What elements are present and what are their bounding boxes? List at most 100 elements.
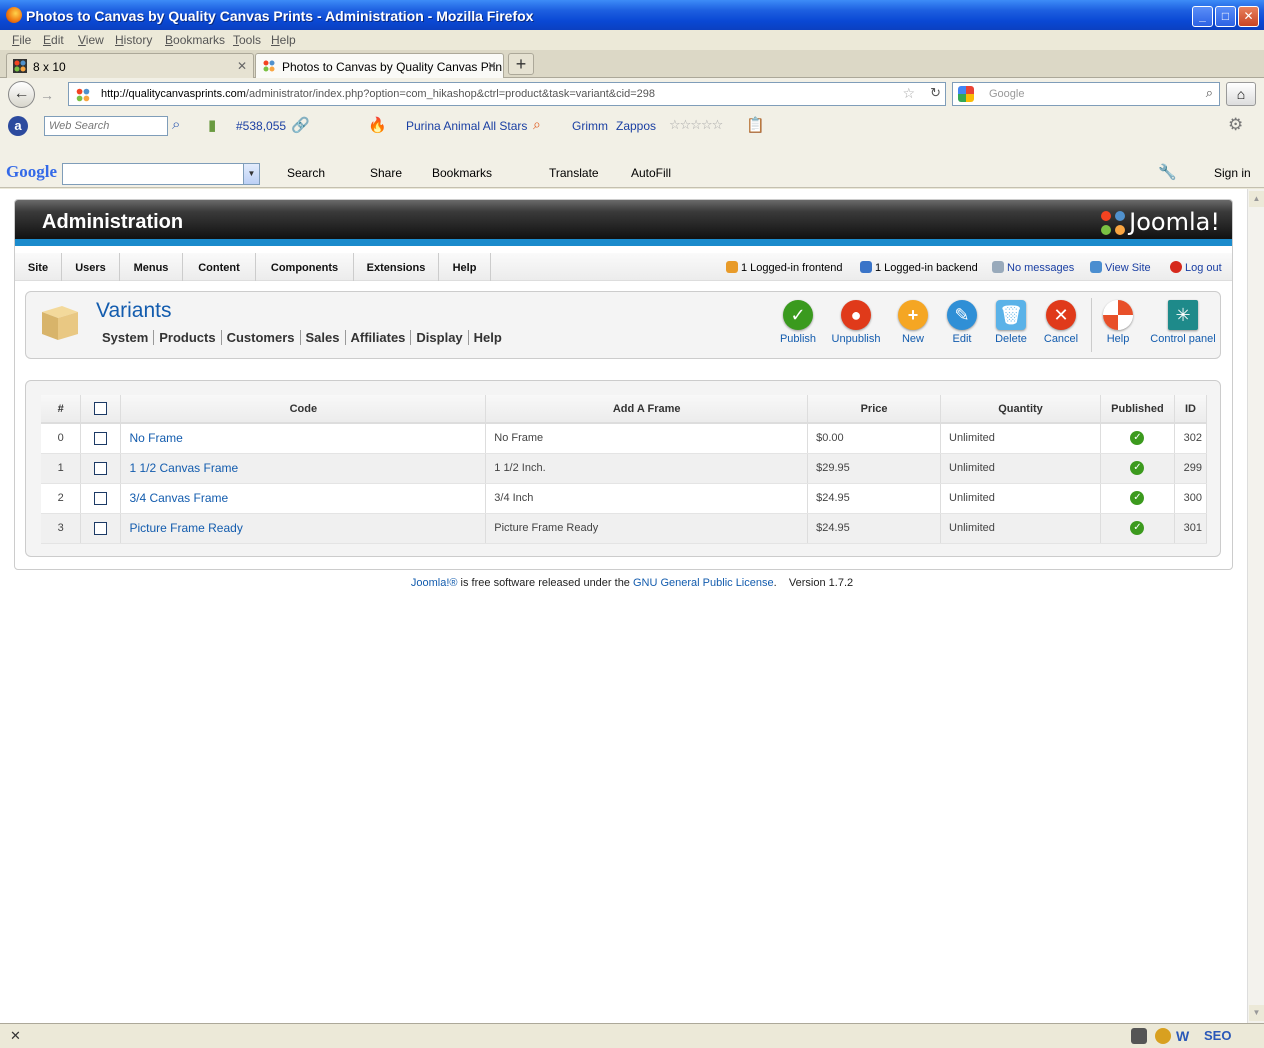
- rating-stars-icon[interactable]: ☆☆☆☆☆: [669, 117, 723, 133]
- col-header-published[interactable]: Published: [1100, 395, 1175, 424]
- submenu-help[interactable]: Help: [469, 330, 507, 345]
- joomla-link[interactable]: Joomla!®: [411, 577, 458, 589]
- menu-bookmarks[interactable]: Bookmarks: [165, 33, 225, 47]
- menu-help[interactable]: Help: [271, 33, 296, 47]
- tab-8x10[interactable]: 8 x 10 ✕: [6, 53, 254, 78]
- google-search-button[interactable]: Search: [287, 166, 325, 180]
- back-button[interactable]: ←: [8, 81, 35, 108]
- toolbar-link-purina[interactable]: Purina Animal All Stars: [406, 119, 527, 133]
- variant-code-link[interactable]: 3/4 Canvas Frame: [120, 483, 487, 514]
- control-panel-button[interactable]: ✳ Control panel: [1150, 300, 1216, 345]
- toolbar-link-grimm[interactable]: Grimm: [572, 119, 608, 133]
- minimize-button[interactable]: _: [1192, 6, 1213, 27]
- camera-icon[interactable]: [1131, 1028, 1147, 1044]
- vertical-scrollbar[interactable]: ▲ ▼: [1247, 189, 1264, 1023]
- menu-view[interactable]: View: [78, 33, 104, 47]
- tab-close-icon[interactable]: ✕: [237, 59, 247, 73]
- published-check-icon[interactable]: ✓: [1130, 461, 1145, 475]
- sign-in-button[interactable]: Sign in: [1214, 166, 1251, 180]
- variant-code-link[interactable]: Picture Frame Ready: [120, 513, 487, 544]
- unpublish-button[interactable]: ● Unpublish: [829, 300, 883, 345]
- close-window-button[interactable]: ✕: [1238, 6, 1259, 27]
- admin-menu-content[interactable]: Content: [183, 253, 256, 281]
- row-checkbox[interactable]: [94, 431, 108, 445]
- submenu-display[interactable]: Display: [411, 330, 469, 345]
- menu-file[interactable]: File: [12, 33, 31, 47]
- admin-menu-components[interactable]: Components: [256, 253, 354, 281]
- link-icon[interactable]: 🔗: [291, 116, 310, 134]
- bookmark-star-icon[interactable]: ☆: [902, 85, 915, 102]
- new-tab-button[interactable]: +: [508, 53, 534, 75]
- tab-photos-to-canvas[interactable]: Photos to Canvas by Quality Canvas Prin.…: [255, 53, 504, 79]
- submenu-sales[interactable]: Sales: [301, 330, 346, 345]
- translate-button[interactable]: Translate: [549, 166, 599, 180]
- new-button[interactable]: + New: [895, 300, 931, 345]
- google-search-engine-icon[interactable]: [958, 86, 974, 102]
- search-icon[interactable]: ⌕: [172, 116, 180, 133]
- web-search-input[interactable]: Web Search: [44, 116, 168, 136]
- wrench-icon[interactable]: 🔧: [1158, 163, 1177, 181]
- clipboard-icon[interactable]: 📋: [746, 116, 765, 134]
- toolbar-link-zappos[interactable]: Zappos: [616, 119, 656, 133]
- scroll-up-icon[interactable]: ▲: [1249, 191, 1264, 207]
- publish-button[interactable]: ✓ Publish: [778, 300, 818, 345]
- menu-edit[interactable]: Edit: [43, 33, 64, 47]
- search-icon[interactable]: ⌕: [1206, 85, 1213, 101]
- close-findbar-icon[interactable]: ✕: [10, 1028, 21, 1044]
- seo-icon[interactable]: SEO: [1204, 1028, 1240, 1044]
- scroll-down-icon[interactable]: ▼: [1249, 1005, 1264, 1021]
- share-button[interactable]: Share: [370, 166, 402, 180]
- menu-tools[interactable]: Tools: [233, 33, 261, 47]
- row-checkbox[interactable]: [94, 521, 108, 535]
- url-bar[interactable]: http://qualitycanvasprints.com/administr…: [68, 82, 946, 106]
- google-search-input[interactable]: ▼: [62, 163, 260, 185]
- forward-button[interactable]: →: [40, 87, 54, 103]
- admin-menu-menus[interactable]: Menus: [120, 253, 183, 281]
- dropdown-arrow-icon[interactable]: ▼: [243, 164, 259, 184]
- flame-icon[interactable]: 🔥: [368, 116, 387, 134]
- alexa-rank[interactable]: #538,055: [236, 119, 286, 133]
- select-all-checkbox[interactable]: [94, 402, 108, 415]
- home-button[interactable]: ⌂: [1226, 82, 1256, 106]
- submenu-customers[interactable]: Customers: [222, 330, 301, 345]
- w-icon[interactable]: W: [1176, 1028, 1192, 1044]
- col-header-code[interactable]: Code: [120, 395, 487, 424]
- alexa-icon[interactable]: a: [8, 116, 28, 136]
- menu-history[interactable]: History: [115, 33, 152, 47]
- shield-icon[interactable]: [1155, 1028, 1171, 1044]
- admin-menu-extensions[interactable]: Extensions: [354, 253, 439, 281]
- gpl-license-link[interactable]: GNU General Public License: [633, 577, 774, 589]
- col-header-add-a-frame[interactable]: Add A Frame: [485, 395, 809, 424]
- search-bar[interactable]: Google ⌕: [952, 82, 1220, 106]
- help-button[interactable]: Help: [1100, 300, 1136, 345]
- admin-menu-users[interactable]: Users: [62, 253, 120, 281]
- status-messages[interactable]: No messages: [992, 261, 1074, 274]
- gear-icon[interactable]: ⚙: [1228, 115, 1243, 135]
- published-check-icon[interactable]: ✓: [1130, 521, 1145, 535]
- published-check-icon[interactable]: ✓: [1130, 431, 1145, 446]
- delete-button[interactable]: 🗑 Delete: [991, 300, 1031, 345]
- row-checkbox[interactable]: [94, 491, 108, 505]
- variant-code-link[interactable]: No Frame: [120, 423, 487, 454]
- log-out-link[interactable]: Log out: [1170, 261, 1222, 274]
- published-check-icon[interactable]: ✓: [1130, 491, 1145, 505]
- view-site-link[interactable]: View Site: [1090, 261, 1151, 274]
- autofill-button[interactable]: AutoFill: [631, 166, 671, 180]
- col-header-price[interactable]: Price: [807, 395, 942, 424]
- variant-code-link[interactable]: 1 1/2 Canvas Frame: [120, 453, 487, 484]
- admin-menu-help[interactable]: Help: [439, 253, 491, 281]
- bookmarks-button[interactable]: Bookmarks: [432, 166, 492, 180]
- admin-menu-site[interactable]: Site: [15, 253, 62, 281]
- col-header-id[interactable]: ID: [1174, 395, 1208, 424]
- submenu-system[interactable]: System: [102, 330, 155, 345]
- submenu-affiliates[interactable]: Affiliates: [346, 330, 412, 345]
- search-plus-icon[interactable]: ⌕: [533, 116, 541, 133]
- edit-button[interactable]: ✎ Edit: [944, 300, 980, 345]
- col-header-quantity[interactable]: Quantity: [940, 395, 1101, 424]
- cancel-button[interactable]: ✕ Cancel: [1042, 300, 1080, 345]
- reload-icon[interactable]: ↻: [930, 85, 941, 101]
- row-checkbox[interactable]: [94, 461, 108, 475]
- tab-close-icon[interactable]: ✕: [487, 59, 497, 73]
- maximize-button[interactable]: □: [1215, 6, 1236, 27]
- submenu-products[interactable]: Products: [154, 330, 222, 345]
